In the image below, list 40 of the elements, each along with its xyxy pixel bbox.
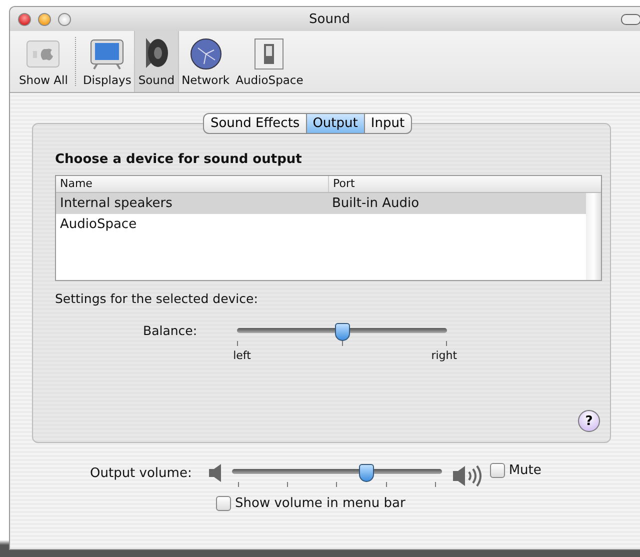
- section-heading: Choose a device for sound output: [55, 152, 303, 167]
- table-row[interactable]: AudioSpace: [56, 214, 586, 235]
- zoom-button[interactable]: [58, 12, 71, 26]
- tab[interactable]: Sound Effects: [203, 113, 307, 134]
- toolbar-item[interactable]: Network: [178, 31, 233, 92]
- speaker-loud-icon: [452, 463, 484, 489]
- toolbar-item[interactable]: Show All: [16, 31, 71, 92]
- window-title: Sound: [309, 12, 350, 26]
- max-label: right: [431, 349, 458, 362]
- switch-icon: [254, 38, 284, 70]
- table-row[interactable]: Internal speakers Built-in Audio: [56, 193, 586, 214]
- mute-checkbox[interactable]: Mute: [490, 463, 542, 478]
- min-label: left: [233, 349, 251, 362]
- show-volume-checkbox[interactable]: Show volume in menu bar: [216, 496, 640, 511]
- table-cell: Built-in Audio: [332, 196, 420, 211]
- settings-label: Settings for the selected device:: [55, 291, 259, 306]
- tab[interactable]: Output: [306, 113, 365, 134]
- slider-thumb[interactable]: [335, 323, 350, 341]
- table-cell: Internal speakers: [60, 196, 172, 211]
- minimize-button[interactable]: [38, 12, 51, 26]
- balance-slider[interactable]: [237, 323, 448, 341]
- balance-label: Balance:: [143, 323, 198, 340]
- slider-thumb[interactable]: [359, 464, 374, 482]
- monitor-icon: [89, 38, 126, 70]
- toolbar-item[interactable]: Displays: [80, 31, 134, 92]
- speaker-quiet-icon: [208, 463, 222, 483]
- toolbar-toggle-button[interactable]: [621, 14, 640, 24]
- scroll-bar[interactable]: [586, 193, 601, 280]
- help-button[interactable]: ?: [578, 410, 600, 432]
- tab[interactable]: Input: [364, 113, 412, 134]
- volume-slider[interactable]: [232, 464, 442, 482]
- apple-switch-icon: [26, 38, 60, 70]
- toolbar-item[interactable]: AudioSpace: [232, 31, 306, 92]
- toolbar-item[interactable]: Sound: [134, 31, 179, 92]
- column-header[interactable]: Port: [329, 176, 359, 192]
- close-button[interactable]: [18, 12, 31, 26]
- output-volume-label: Output volume:: [90, 466, 192, 481]
- column-header[interactable]: Name: [56, 176, 329, 192]
- table-cell: AudioSpace: [60, 217, 137, 232]
- globe-icon: [190, 38, 222, 70]
